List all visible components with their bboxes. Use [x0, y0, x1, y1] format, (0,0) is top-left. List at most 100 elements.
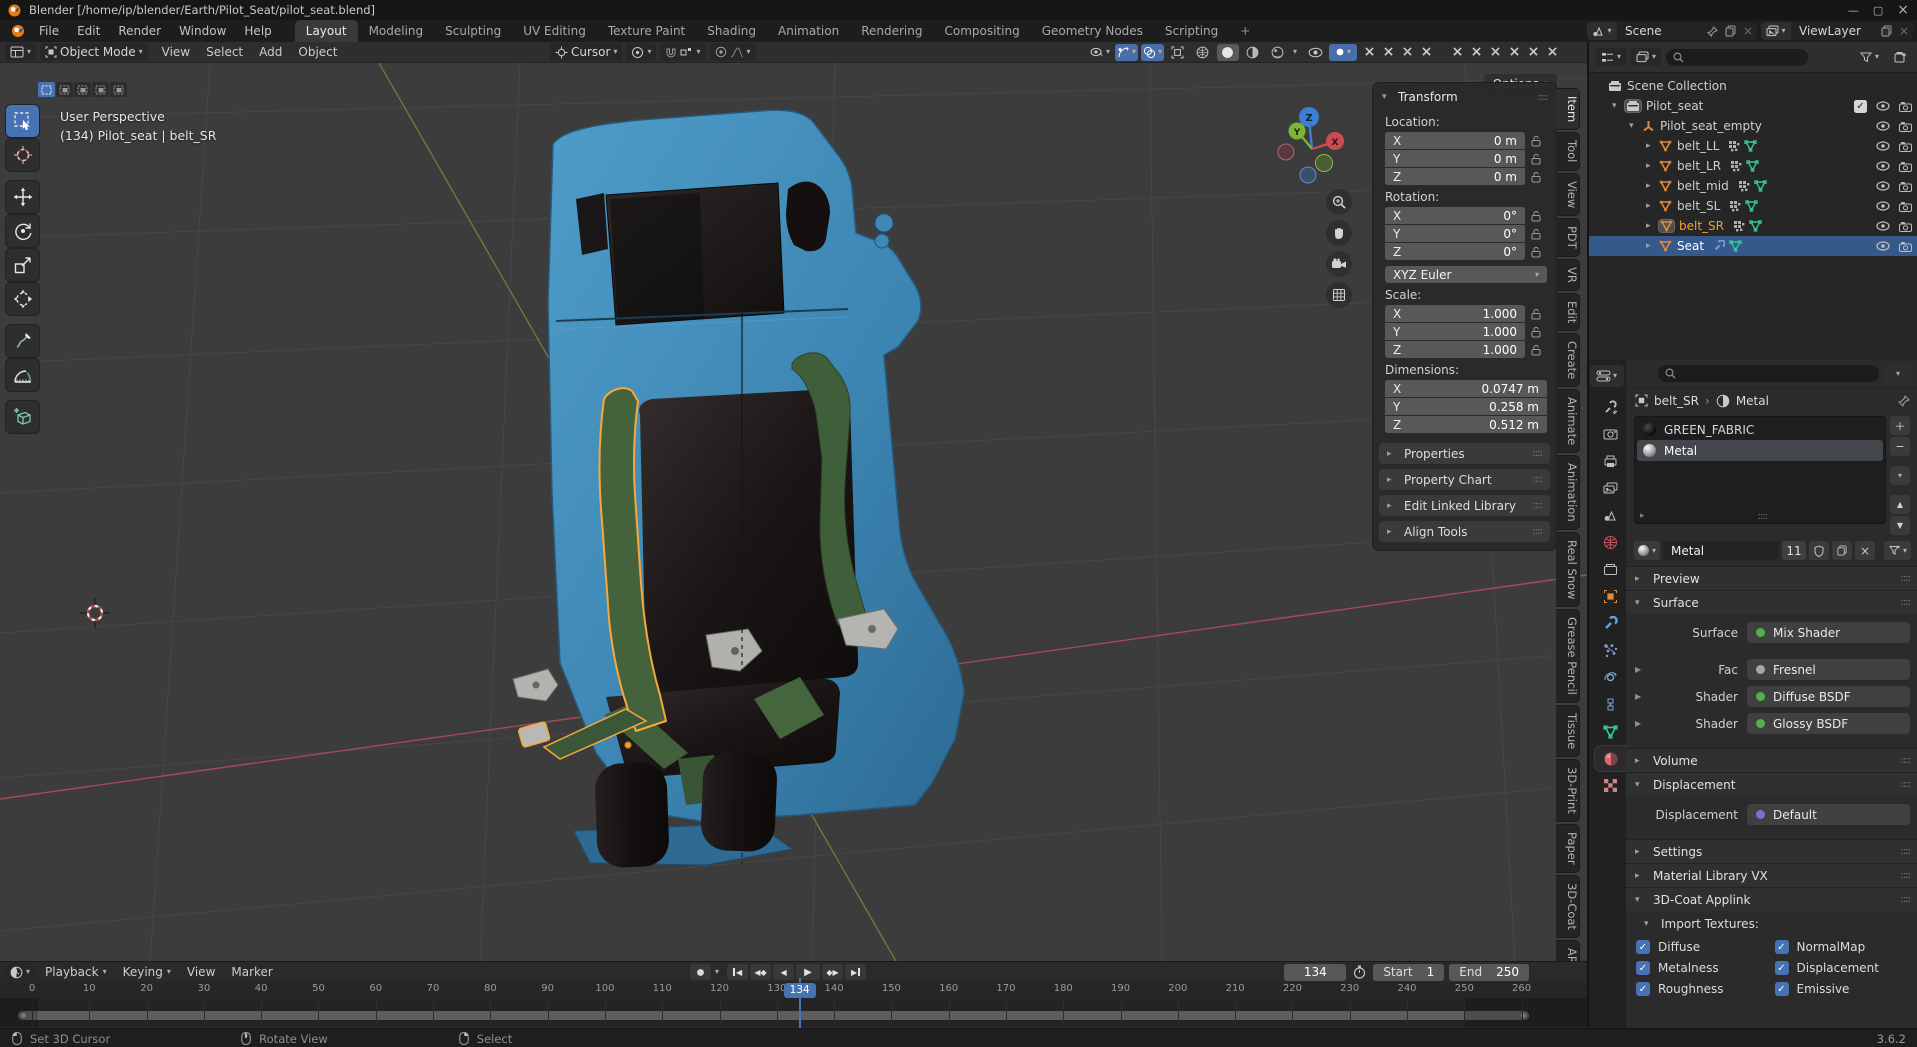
tool-annotate[interactable] [6, 325, 39, 357]
tool-rotate[interactable] [6, 215, 39, 247]
prev-keyframe-button[interactable]: ◀◆ [750, 964, 771, 980]
axis-field-z[interactable]: Z1.000 [1385, 341, 1525, 358]
workspace-tab-rendering[interactable]: Rendering [850, 20, 933, 42]
socket-value-button[interactable]: Default [1747, 804, 1910, 825]
material-properties-tab[interactable] [1595, 746, 1626, 771]
axis-field-x[interactable]: X0 m [1385, 132, 1525, 149]
object-name[interactable]: Scene Collection [1627, 79, 1727, 93]
next-keyframe-button[interactable]: ◆▶ [822, 964, 843, 980]
gizmo-minus-y[interactable] [1316, 155, 1333, 172]
minimize-button[interactable]: — [1848, 4, 1859, 17]
annotation-dot-button[interactable]: ▾ [1329, 44, 1357, 61]
checkbox-roughness[interactable]: ✓Roughness [1636, 982, 1771, 996]
n-panel-tab-grease-pencil[interactable]: Grease Pencil [1556, 609, 1580, 703]
material-name-field[interactable]: Metal [1663, 541, 1779, 560]
pin-icon[interactable] [1703, 22, 1721, 40]
material-slot-green_fabric[interactable]: GREEN_FABRIC [1637, 419, 1883, 440]
outliner-view-icon[interactable]: ▾ [1631, 48, 1661, 66]
workspace-tab-animation[interactable]: Animation [767, 20, 850, 42]
axis-field-z[interactable]: Z0 m [1385, 168, 1525, 185]
shading-dropdown-icon[interactable]: ▾ [1293, 48, 1297, 56]
playhead-label[interactable]: 134 [784, 983, 816, 998]
disclosure-toggle[interactable]: ▸ [1646, 241, 1659, 251]
object-data-properties-tab[interactable] [1595, 719, 1626, 744]
n-panel-tab-create[interactable]: Create [1556, 333, 1580, 387]
proportional-edit-group[interactable]: ▾ [710, 43, 756, 61]
settings-panel-header[interactable]: ▸Settings:::: [1626, 839, 1917, 863]
axis-field-x[interactable]: X0.0747 m [1385, 380, 1547, 397]
object-type-visibility-button[interactable]: ▾ [1088, 44, 1112, 61]
output-properties-tab[interactable] [1595, 449, 1626, 474]
transform-panel-header[interactable]: ▾ Transform :::: [1373, 88, 1556, 110]
surface-panel-header[interactable]: ▾Surface:::: [1626, 590, 1917, 614]
axis-field-x[interactable]: X0° [1385, 207, 1525, 224]
outliner-row-pilot_seat[interactable]: ▾Pilot_seat✓ [1589, 96, 1917, 116]
modifiers-properties-tab[interactable] [1595, 611, 1626, 636]
unlink-material-icon[interactable]: × [1855, 541, 1875, 560]
n-panel-tab-real-snow[interactable]: Real Snow [1556, 532, 1580, 607]
checkbox-displacement[interactable]: ✓Displacement [1775, 961, 1910, 975]
fake-user-shield-icon[interactable] [1809, 541, 1829, 560]
breadcrumb-object[interactable]: belt_SR [1654, 394, 1699, 408]
object-name[interactable]: belt_mid [1677, 179, 1729, 193]
tool-cursor[interactable] [6, 139, 39, 171]
lock-icon[interactable] [1525, 135, 1547, 147]
texture-properties-tab[interactable] [1595, 773, 1626, 798]
outliner-row-seat[interactable]: ▸Seat [1589, 236, 1917, 256]
remove-slot-button[interactable]: − [1890, 437, 1910, 456]
expand-arrow[interactable]: ▶ [1635, 692, 1652, 701]
panel-align-tools[interactable]: ▸Align Tools:::: [1379, 521, 1550, 542]
app-menu-render[interactable]: Render [109, 20, 170, 42]
n-panel-tab-edit[interactable]: Edit [1556, 293, 1580, 331]
hide-eye-toggle[interactable] [1876, 241, 1890, 251]
gizmo-minus-z[interactable] [1300, 167, 1316, 183]
show-gizmo-button[interactable]: ▾ [1115, 44, 1138, 61]
hide-eye-toggle[interactable] [1876, 141, 1890, 151]
properties-search-input[interactable] [1658, 365, 1879, 382]
hide-eye-toggle[interactable] [1876, 121, 1890, 131]
transform-orientation-button[interactable]: Cursor ▾ [550, 43, 622, 61]
n-panel-tab-vr[interactable]: VR [1556, 259, 1580, 291]
object-name[interactable]: belt_SR [1679, 219, 1724, 233]
viewport-menu-view[interactable]: View [154, 45, 198, 59]
object-name[interactable]: belt_LR [1677, 159, 1721, 173]
checkbox-emissive[interactable]: ✓Emissive [1775, 982, 1910, 996]
select-mode-intersect[interactable] [110, 82, 127, 97]
jump-to-end-button[interactable]: ▶ [845, 964, 866, 980]
prev-frame-button[interactable]: ◀ [773, 964, 794, 980]
add-slot-button[interactable]: ＋ [1890, 416, 1910, 435]
breadcrumb-material[interactable]: Metal [1736, 394, 1769, 408]
slot-move-up-button[interactable]: ▲ [1890, 495, 1910, 514]
disable-render-camera-toggle[interactable] [1899, 101, 1912, 112]
hide-eye-toggle[interactable] [1876, 201, 1890, 211]
physics-properties-tab[interactable] [1595, 665, 1626, 690]
disable-render-camera-toggle[interactable] [1899, 241, 1912, 252]
workspace-tab-compositing[interactable]: Compositing [933, 20, 1030, 42]
disable-render-camera-toggle[interactable] [1899, 221, 1912, 232]
select-mode-invert[interactable] [92, 82, 109, 97]
mode-selector[interactable]: Object Mode ▾ [40, 43, 148, 61]
lock-icon[interactable] [1525, 210, 1547, 222]
material-slot-metal[interactable]: Metal [1637, 440, 1883, 461]
n-panel-tab-view[interactable]: View [1556, 173, 1580, 216]
visibility-eye-icon[interactable] [1304, 44, 1326, 61]
expand-arrow[interactable]: ▶ [1635, 665, 1652, 674]
select-mode-new[interactable] [38, 82, 55, 97]
current-frame-field[interactable]: 134 [1284, 964, 1346, 981]
outliner-row-belt_mid[interactable]: ▸belt_mid [1589, 176, 1917, 196]
hide-eye-toggle[interactable] [1876, 221, 1890, 231]
xray-toggle-button[interactable] [1167, 44, 1189, 61]
pivot-point-button[interactable]: ▾ [626, 43, 656, 61]
tool-move[interactable] [6, 181, 39, 213]
app-menu-edit[interactable]: Edit [68, 20, 109, 42]
timeline-menu-playback[interactable]: Playback▾ [37, 965, 115, 979]
slot-move-down-button[interactable]: ▼ [1890, 516, 1910, 535]
hide-eye-toggle[interactable] [1876, 101, 1890, 111]
disable-render-camera-toggle[interactable] [1899, 121, 1912, 132]
hide-eye-toggle[interactable] [1876, 161, 1890, 171]
select-mode-extend[interactable] [56, 82, 73, 97]
node-selector-button[interactable]: ▾ [1884, 541, 1911, 560]
camera-view-button[interactable] [1326, 251, 1352, 277]
editor-type-button[interactable]: ▾ [5, 43, 36, 61]
viewport-menu-select[interactable]: Select [198, 45, 251, 59]
